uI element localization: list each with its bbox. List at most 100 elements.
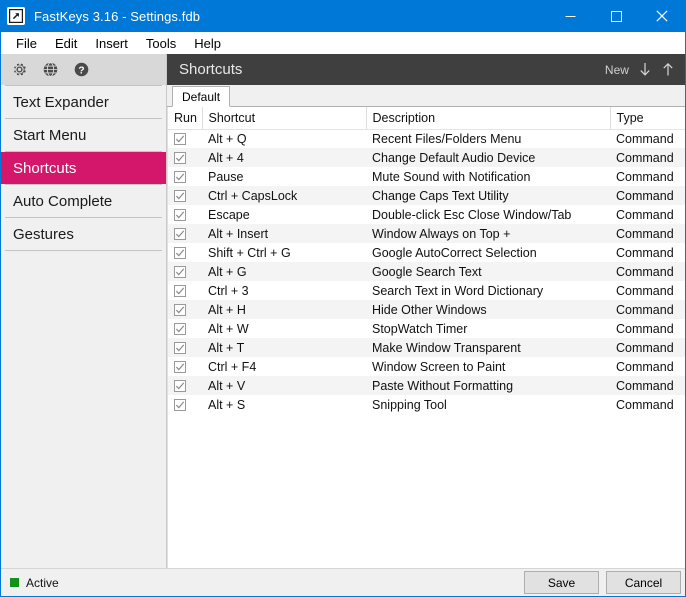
sidebar-item-text-expander[interactable]: Text Expander [1, 86, 166, 118]
menu-tools[interactable]: Tools [137, 34, 185, 53]
shortcuts-table: Run Shortcut Description Type Alt + QRec… [168, 107, 685, 414]
table-row[interactable]: Alt + GGoogle Search TextCommand [168, 262, 685, 281]
column-header-type[interactable]: Type [610, 107, 685, 129]
description-cell: Change Caps Text Utility [366, 186, 610, 205]
shortcut-cell: Alt + G [202, 262, 366, 281]
table-row[interactable]: Shift + Ctrl + GGoogle AutoCorrect Selec… [168, 243, 685, 262]
content-area: ? Text Expander Start Menu Shortcuts [1, 54, 685, 568]
table-row[interactable]: Ctrl + CapsLockChange Caps Text UtilityC… [168, 186, 685, 205]
run-checkbox[interactable] [174, 399, 186, 411]
table-row[interactable]: Alt + InsertWindow Always on Top +Comman… [168, 224, 685, 243]
shortcuts-table-container: Run Shortcut Description Type Alt + QRec… [167, 107, 685, 568]
shortcut-cell: Alt + V [202, 376, 366, 395]
tab-default[interactable]: Default [172, 86, 230, 107]
run-checkbox[interactable] [174, 209, 186, 221]
run-checkbox[interactable] [174, 380, 186, 392]
shortcut-cell: Alt + S [202, 395, 366, 414]
run-checkbox[interactable] [174, 152, 186, 164]
menu-file[interactable]: File [7, 34, 46, 53]
type-cell: Command [610, 300, 685, 319]
maximize-button[interactable] [593, 0, 639, 32]
svg-text:?: ? [78, 65, 84, 76]
description-cell: Mute Sound with Notification [366, 167, 610, 186]
page-title: Shortcuts [179, 61, 242, 78]
run-cell [168, 300, 202, 319]
save-button[interactable]: Save [524, 571, 599, 594]
run-checkbox[interactable] [174, 323, 186, 335]
description-cell: Make Window Transparent [366, 338, 610, 357]
run-checkbox[interactable] [174, 171, 186, 183]
run-cell [168, 224, 202, 243]
table-row[interactable]: Alt + 4Change Default Audio DeviceComman… [168, 148, 685, 167]
run-checkbox[interactable] [174, 304, 186, 316]
run-checkbox[interactable] [174, 285, 186, 297]
type-cell: Command [610, 205, 685, 224]
type-cell: Command [610, 395, 685, 414]
sidebar-toolbar: ? [1, 54, 166, 85]
close-button[interactable] [639, 0, 685, 32]
type-cell: Command [610, 186, 685, 205]
table-row[interactable]: Ctrl + F4Window Screen to PaintCommand [168, 357, 685, 376]
new-button[interactable]: New [605, 63, 629, 77]
run-cell [168, 148, 202, 167]
minimize-button[interactable] [547, 0, 593, 32]
menu-help[interactable]: Help [185, 34, 230, 53]
description-cell: Paste Without Formatting [366, 376, 610, 395]
run-checkbox[interactable] [174, 361, 186, 373]
column-header-run[interactable]: Run [168, 107, 202, 129]
sidebar: ? Text Expander Start Menu Shortcuts [1, 54, 167, 568]
help-icon[interactable]: ? [72, 60, 91, 79]
description-cell: Window Always on Top + [366, 224, 610, 243]
run-checkbox[interactable] [174, 190, 186, 202]
table-row[interactable]: PauseMute Sound with NotificationCommand [168, 167, 685, 186]
sidebar-item-gestures[interactable]: Gestures [1, 218, 166, 250]
table-header: Run Shortcut Description Type [168, 107, 685, 129]
column-header-description[interactable]: Description [366, 107, 610, 129]
pane-actions: New [605, 61, 675, 79]
run-checkbox[interactable] [174, 342, 186, 354]
globe-icon[interactable] [41, 60, 60, 79]
sidebar-item-label: Shortcuts [13, 160, 76, 177]
table-row[interactable]: Alt + VPaste Without FormattingCommand [168, 376, 685, 395]
sidebar-nav: Text Expander Start Menu Shortcuts Auto … [1, 85, 166, 251]
table-row[interactable]: Alt + WStopWatch TimerCommand [168, 319, 685, 338]
shortcut-cell: Shift + Ctrl + G [202, 243, 366, 262]
shortcut-cell: Alt + Q [202, 129, 366, 148]
sidebar-item-auto-complete[interactable]: Auto Complete [1, 185, 166, 217]
status-badge: Active [26, 576, 59, 590]
run-checkbox[interactable] [174, 266, 186, 278]
run-cell [168, 319, 202, 338]
cancel-button[interactable]: Cancel [606, 571, 681, 594]
type-cell: Command [610, 262, 685, 281]
run-checkbox[interactable] [174, 228, 186, 240]
menu-insert[interactable]: Insert [86, 34, 137, 53]
run-checkbox[interactable] [174, 247, 186, 259]
run-checkbox[interactable] [174, 133, 186, 145]
run-cell [168, 357, 202, 376]
run-cell [168, 395, 202, 414]
table-row[interactable]: Ctrl + 3Search Text in Word DictionaryCo… [168, 281, 685, 300]
description-cell: Window Screen to Paint [366, 357, 610, 376]
column-header-shortcut[interactable]: Shortcut [202, 107, 366, 129]
table-row[interactable]: Alt + SSnipping ToolCommand [168, 395, 685, 414]
sidebar-item-start-menu[interactable]: Start Menu [1, 119, 166, 151]
shortcut-cell: Ctrl + 3 [202, 281, 366, 300]
description-cell: StopWatch Timer [366, 319, 610, 338]
run-cell [168, 281, 202, 300]
table-row[interactable]: Alt + TMake Window TransparentCommand [168, 338, 685, 357]
type-cell: Command [610, 376, 685, 395]
type-cell: Command [610, 319, 685, 338]
run-cell [168, 243, 202, 262]
run-cell [168, 205, 202, 224]
table-row[interactable]: EscapeDouble-click Esc Close Window/TabC… [168, 205, 685, 224]
type-cell: Command [610, 129, 685, 148]
arrow-down-icon[interactable] [638, 61, 652, 79]
sidebar-item-shortcuts[interactable]: Shortcuts [1, 152, 166, 184]
menu-edit[interactable]: Edit [46, 34, 86, 53]
arrow-up-icon[interactable] [661, 61, 675, 79]
title-bar: FastKeys 3.16 - Settings.fdb [1, 0, 685, 32]
gear-icon[interactable] [10, 60, 29, 79]
table-row[interactable]: Alt + QRecent Files/Folders MenuCommand [168, 129, 685, 148]
table-row[interactable]: Alt + HHide Other WindowsCommand [168, 300, 685, 319]
run-cell [168, 262, 202, 281]
